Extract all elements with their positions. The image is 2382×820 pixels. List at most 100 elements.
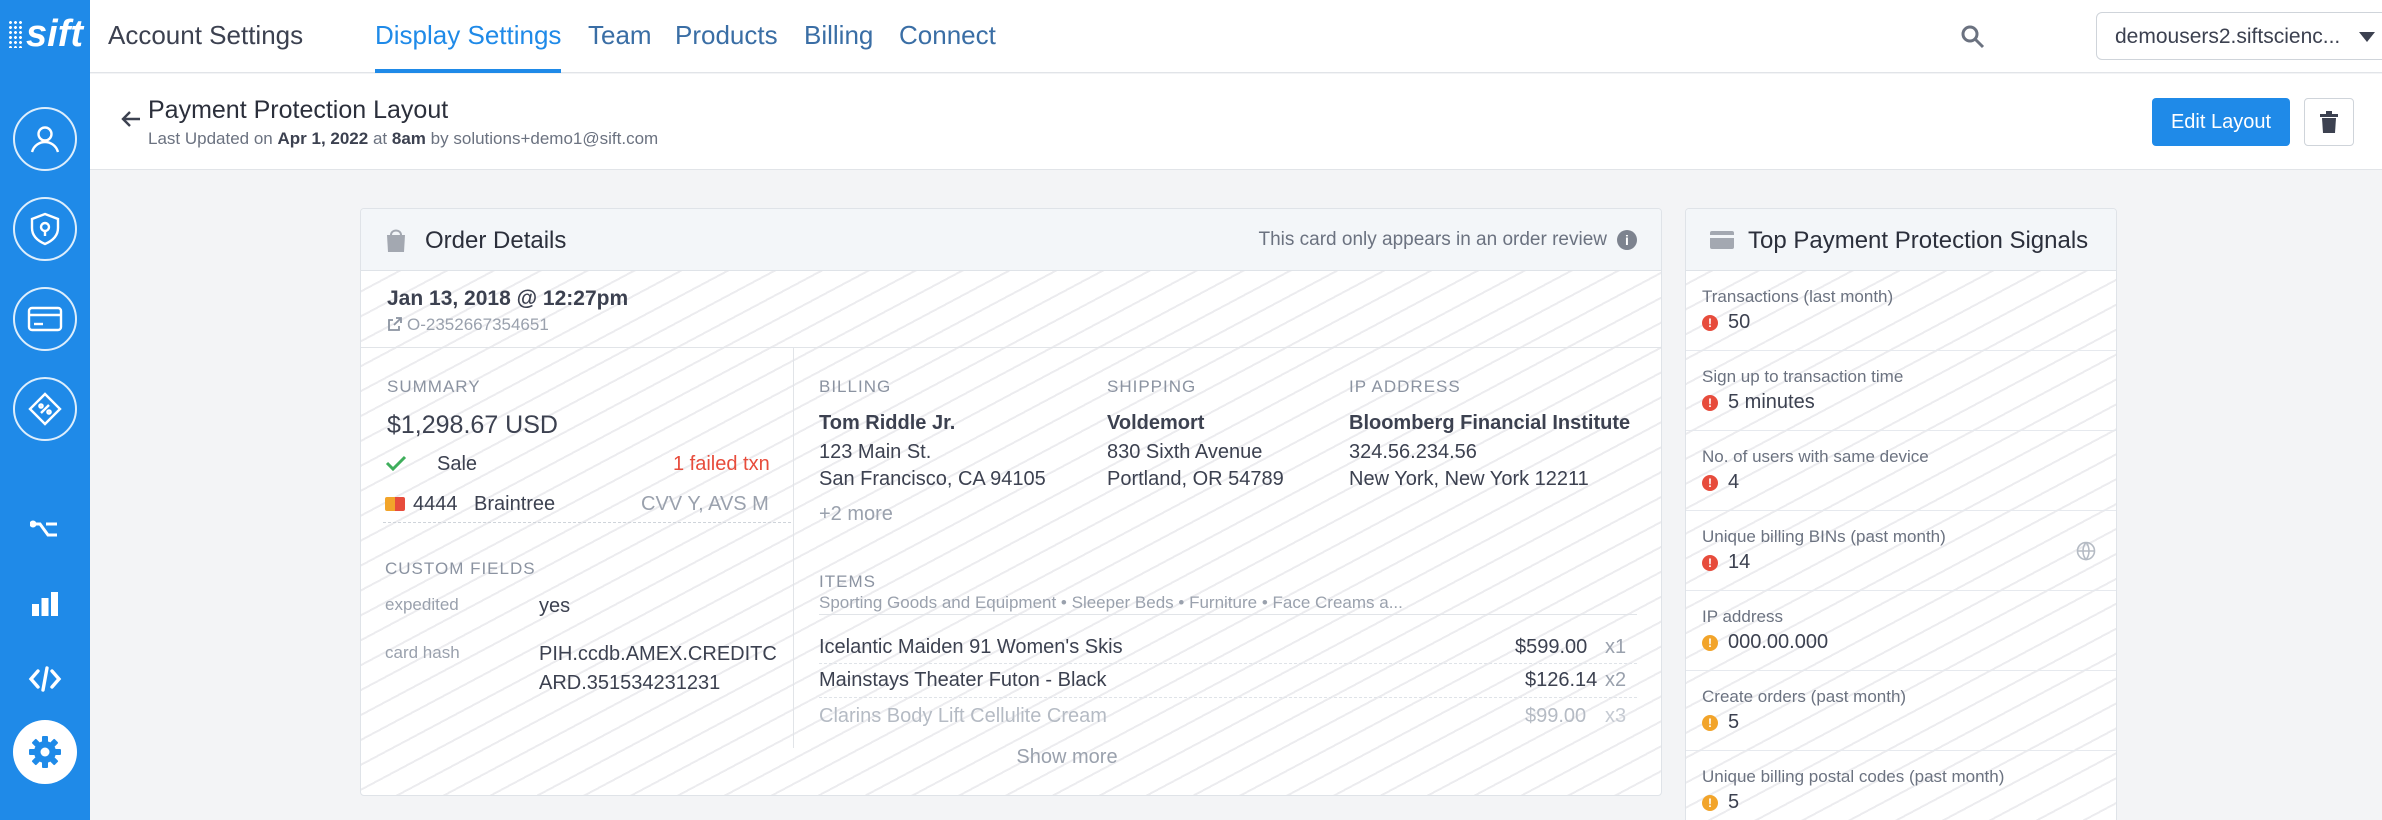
- card-title: Order Details: [425, 227, 567, 254]
- item-categories: Sporting Goods and Equipment • Sleeper B…: [819, 593, 1403, 612]
- last-updated: Last Updated on Apr 1, 2022 at 8am by so…: [148, 129, 658, 149]
- updated-by: solutions+demo1@sift.com: [453, 129, 659, 148]
- signal-label: Sign up to transaction time: [1702, 367, 1904, 386]
- signal-label: IP address: [1702, 607, 1783, 626]
- billing-line1: 123 Main St.: [819, 441, 932, 463]
- sidebar-item-security[interactable]: [13, 197, 77, 261]
- show-more-link[interactable]: Show more: [961, 746, 1173, 769]
- sidebar-item-developer[interactable]: [25, 659, 65, 699]
- card-note: This card only appears in an order revie…: [1258, 229, 1607, 250]
- item-name: Mainstays Theater Futon - Black: [819, 669, 1107, 691]
- section-title: Account Settings: [108, 20, 304, 50]
- signal-row: Transactions (last month) ! 50: [1686, 271, 2116, 351]
- dashed-divider: [819, 663, 1637, 664]
- logo-text: sift: [26, 12, 83, 55]
- signal-value: 5: [1728, 711, 1740, 733]
- sidebar-item-promotions[interactable]: [13, 377, 77, 441]
- signals-card: Top Payment Protection Signals Transacti…: [1685, 208, 2117, 820]
- shopping-bag-icon: [387, 229, 405, 252]
- signal-label: Unique billing BINs (past month): [1702, 527, 1946, 546]
- globe-icon[interactable]: [2076, 541, 2096, 561]
- card-header: Order Details This card only appears in …: [361, 209, 1661, 271]
- signal-label: Unique billing postal codes (past month): [1702, 767, 2005, 786]
- tab-team[interactable]: Team: [588, 20, 652, 73]
- item-name: Icelantic Maiden 91 Women's Skis: [819, 636, 1123, 658]
- signal-value: 000.00.000: [1728, 631, 1829, 653]
- sidebar-item-payments[interactable]: [13, 287, 77, 351]
- page-title: Payment Protection Layout: [148, 96, 449, 124]
- shipping-label: SHIPPING: [1107, 377, 1197, 396]
- custom-field-value-line1: PIH.ccdb.AMEX.CREDITC: [539, 643, 777, 665]
- billing-label: BILLING: [819, 377, 892, 396]
- card-header: Top Payment Protection Signals: [1686, 209, 2116, 271]
- shipping-line2: Portland, OR 54789: [1107, 468, 1284, 490]
- sift-logo[interactable]: sift: [8, 12, 84, 56]
- sidebar-item-workflows[interactable]: [25, 509, 65, 549]
- updated-at: at: [372, 129, 388, 148]
- order-id[interactable]: O-2352667354651: [407, 315, 549, 335]
- item-price: $599.00: [1515, 636, 1588, 658]
- signal-label: Create orders (past month): [1702, 687, 1907, 706]
- signal-label: No. of users with same device: [1702, 447, 1929, 466]
- ip-location: New York, New York 12211: [1349, 468, 1589, 490]
- promo-tag-icon: [28, 392, 62, 426]
- custom-fields-label: CUSTOM FIELDS: [385, 559, 536, 578]
- tab-connect[interactable]: Connect: [899, 20, 996, 73]
- edit-layout-button[interactable]: Edit Layout: [2152, 98, 2290, 146]
- order-details-card: Order Details This card only appears in …: [360, 208, 1662, 796]
- sidebar-item-users[interactable]: [13, 107, 77, 171]
- back-arrow-icon[interactable]: [120, 108, 142, 130]
- page-header: Payment Protection Layout Last Updated o…: [90, 74, 2382, 170]
- shipping-name: Voldemort: [1107, 412, 1205, 434]
- tab-products[interactable]: Products: [675, 20, 778, 73]
- bar-chart-icon: [32, 592, 58, 616]
- signal-value: 5 minutes: [1728, 391, 1815, 413]
- sidebar-item-reports[interactable]: [25, 583, 65, 623]
- failed-txn-link[interactable]: 1 failed txn: [673, 453, 770, 476]
- sidebar-item-settings[interactable]: [13, 720, 77, 784]
- signal-value: 4: [1728, 471, 1740, 493]
- credit-card-icon: [27, 306, 63, 332]
- custom-field-value-line2: ARD.351534231231: [539, 672, 721, 694]
- account-select[interactable]: demousers2.siftscienc...: [2096, 12, 2382, 60]
- signal-row: Unique billing postal codes (past month)…: [1686, 751, 2116, 820]
- updated-time: 8am: [391, 129, 426, 148]
- delete-button[interactable]: [2304, 98, 2354, 146]
- signal-row: Unique billing BINs (past month) ! 14: [1686, 511, 2116, 591]
- error-icon: !: [1702, 395, 1718, 411]
- card-last4: 4444: [413, 493, 458, 515]
- credit-card-icon: [1710, 231, 1734, 249]
- ip-org: Bloomberg Financial Institute: [1349, 412, 1631, 434]
- divider: [361, 347, 1661, 348]
- signal-label: Transactions (last month): [1702, 287, 1894, 306]
- updated-date: Apr 1, 2022: [277, 129, 369, 148]
- error-icon: !: [1702, 315, 1718, 331]
- signal-row: Sign up to transaction time ! 5 minutes: [1686, 351, 2116, 431]
- tab-display-settings[interactable]: Display Settings: [375, 20, 562, 73]
- check-icon: [385, 455, 407, 472]
- sidebar: sift: [0, 0, 90, 820]
- error-icon: !: [1702, 475, 1718, 491]
- external-link-icon[interactable]: [387, 316, 403, 332]
- info-icon[interactable]: i: [1617, 230, 1637, 250]
- updated-prefix: Last Updated on: [148, 129, 273, 148]
- updated-by-prefix: by: [430, 129, 449, 148]
- signal-row: IP address ! 000.00.000: [1686, 591, 2116, 671]
- warning-icon: !: [1702, 795, 1718, 811]
- warning-icon: !: [1702, 715, 1718, 731]
- trash-icon: [2320, 111, 2338, 133]
- divider: [819, 614, 1637, 615]
- workflow-icon: [30, 520, 57, 537]
- order-date: Jan 13, 2018 @ 12:27pm: [387, 287, 629, 310]
- shield-icon: [30, 212, 60, 246]
- billing-more-link[interactable]: +2 more: [819, 503, 893, 526]
- custom-field-key: expedited: [385, 595, 459, 614]
- search-icon[interactable]: [1958, 22, 1988, 52]
- tab-billing[interactable]: Billing: [804, 20, 873, 73]
- item-name: Clarins Body Lift Cellulite Cream: [819, 705, 1107, 727]
- ip-label: IP ADDRESS: [1349, 377, 1461, 396]
- top-nav: Account Settings Display Settings Team P…: [90, 0, 2382, 73]
- signal-value: 50: [1728, 311, 1751, 333]
- dashed-divider: [383, 522, 791, 523]
- ip-address: 324.56.234.56: [1349, 441, 1477, 463]
